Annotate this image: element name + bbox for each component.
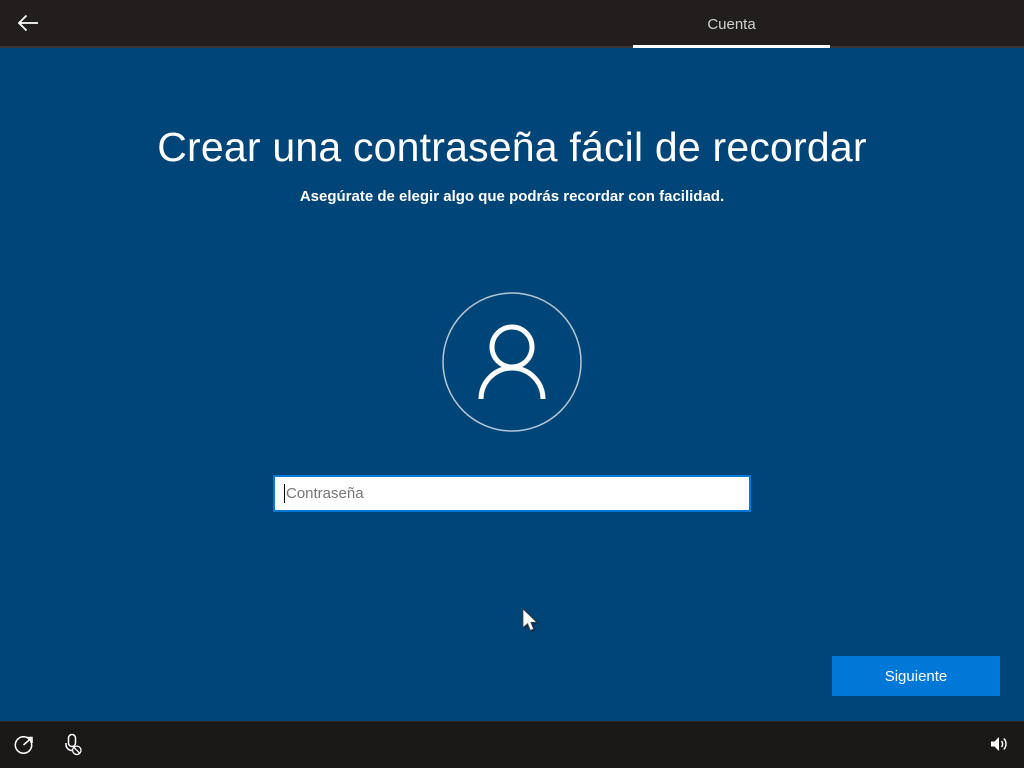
back-arrow-icon [15, 10, 41, 39]
page-title: Crear una contraseña fácil de recordar [157, 124, 867, 170]
text-caret [284, 484, 285, 503]
tab-label: Cuenta [707, 15, 756, 33]
microphone-muted-icon [59, 731, 85, 760]
tab-active-underline [633, 45, 830, 48]
password-field-container [273, 475, 751, 512]
ease-of-access-icon [12, 732, 36, 759]
user-avatar-icon [437, 287, 587, 437]
top-bar: Cuenta [0, 0, 1024, 48]
back-button[interactable] [8, 8, 48, 40]
next-button-label: Siguiente [884, 667, 948, 685]
password-input[interactable] [275, 477, 749, 510]
oobe-account-password-screen: Cuenta Crear una contraseña fácil de rec… [0, 0, 1024, 768]
tab-cuenta: Cuenta [633, 0, 830, 48]
bottom-bar [0, 721, 1024, 768]
arrow-cursor-icon [521, 608, 541, 639]
volume-icon [986, 732, 1010, 759]
volume-button[interactable] [980, 727, 1016, 763]
ease-of-access-button[interactable] [6, 727, 42, 763]
microphone-button[interactable] [54, 727, 90, 763]
page-subtitle: Asegúrate de elegir algo que podrás reco… [299, 188, 725, 205]
next-button[interactable]: Siguiente [832, 656, 1000, 696]
